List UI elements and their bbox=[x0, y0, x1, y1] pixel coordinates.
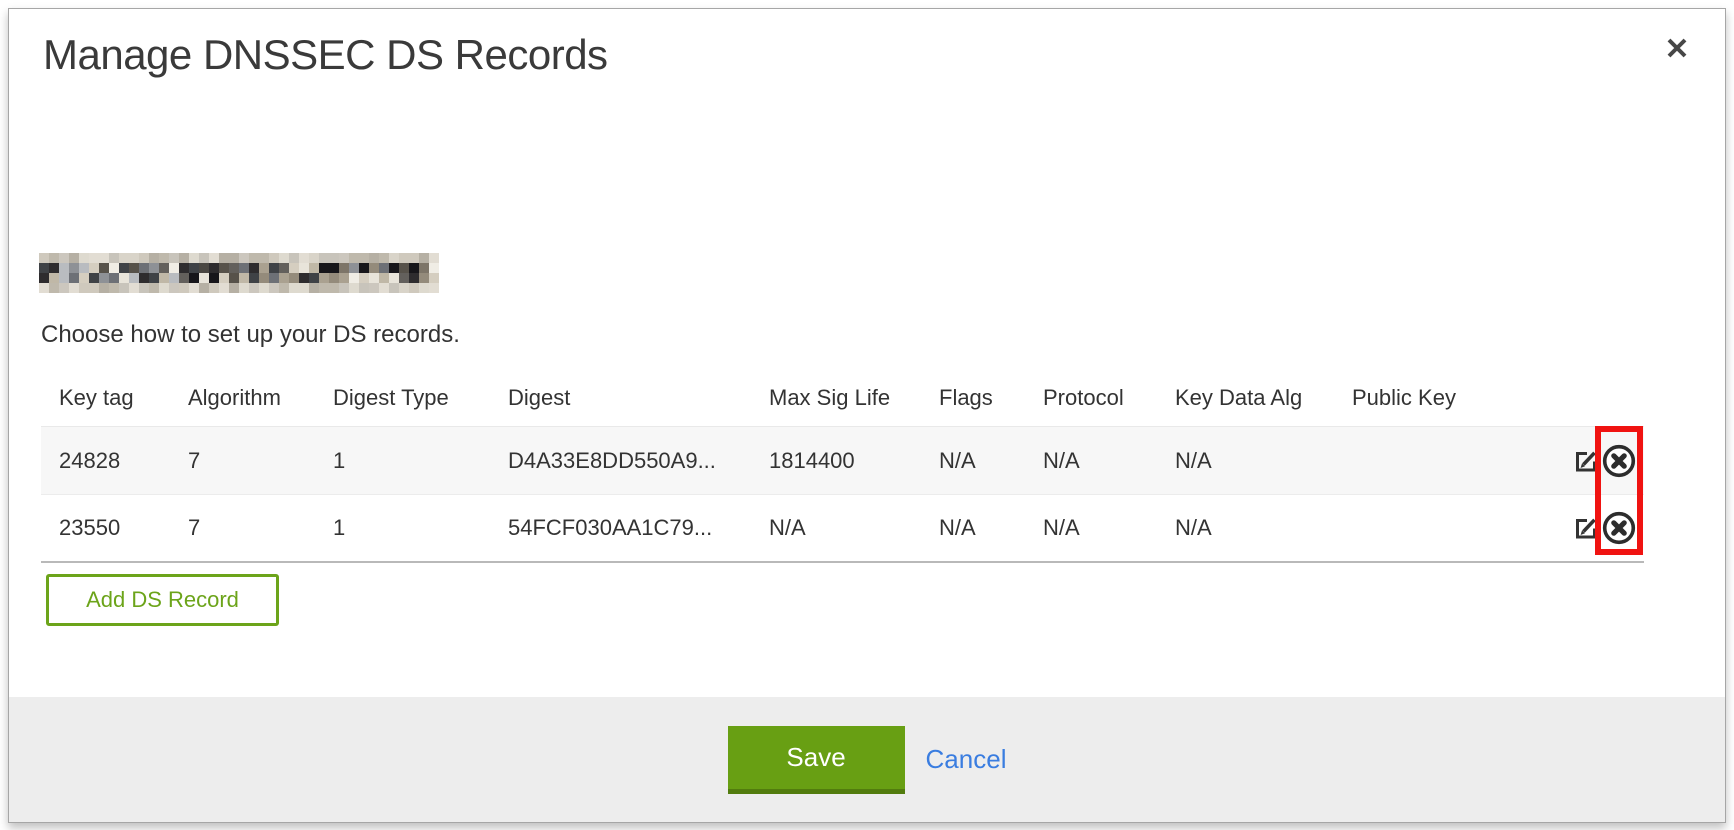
edit-record-button[interactable] bbox=[1574, 516, 1598, 540]
cell-algorithm: 7 bbox=[170, 515, 315, 541]
column-header-key-data-alg: Key Data Alg bbox=[1157, 385, 1334, 411]
column-header-algorithm: Algorithm bbox=[170, 385, 315, 411]
column-header-digest: Digest bbox=[490, 385, 751, 411]
cell-digest-type: 1 bbox=[315, 515, 490, 541]
cell-protocol: N/A bbox=[1025, 515, 1157, 541]
row-actions bbox=[1524, 495, 1644, 561]
cell-flags: N/A bbox=[921, 515, 1025, 541]
modal-footer: Save Cancel bbox=[9, 697, 1725, 822]
cell-algorithm: 7 bbox=[170, 448, 315, 474]
cancel-link[interactable]: Cancel bbox=[926, 744, 1007, 775]
edit-record-button[interactable] bbox=[1574, 449, 1598, 473]
page-title: Manage DNSSEC DS Records bbox=[43, 31, 608, 79]
ds-records-table: Key tag Algorithm Digest Type Digest Max… bbox=[41, 369, 1644, 563]
cell-key-data-alg: N/A bbox=[1157, 448, 1334, 474]
edit-pencil-icon bbox=[1574, 449, 1598, 473]
edit-pencil-icon bbox=[1574, 516, 1598, 540]
delete-record-button[interactable] bbox=[1602, 511, 1636, 545]
instruction-text: Choose how to set up your DS records. bbox=[41, 321, 460, 349]
dnssec-ds-records-modal: Manage DNSSEC DS Records Choose how to s… bbox=[8, 8, 1726, 823]
row-actions bbox=[1524, 427, 1644, 494]
table-row: 24828 7 1 D4A33E8DD550A9... 1814400 N/A … bbox=[41, 427, 1644, 494]
cell-digest: D4A33E8DD550A9... bbox=[490, 448, 751, 474]
close-button[interactable] bbox=[1663, 34, 1691, 62]
column-header-public-key: Public Key bbox=[1334, 385, 1524, 411]
cell-key-tag: 24828 bbox=[41, 448, 170, 474]
cell-digest: 54FCF030AA1C79... bbox=[490, 515, 751, 541]
close-icon bbox=[1663, 34, 1691, 62]
column-header-max-sig-life: Max Sig Life bbox=[751, 385, 921, 411]
cell-max-sig-life: N/A bbox=[751, 515, 921, 541]
cell-max-sig-life: 1814400 bbox=[751, 448, 921, 474]
censored-domain-name bbox=[39, 253, 439, 293]
save-button[interactable]: Save bbox=[728, 726, 905, 794]
cell-key-tag: 23550 bbox=[41, 515, 170, 541]
cell-key-data-alg: N/A bbox=[1157, 515, 1334, 541]
table-header-row: Key tag Algorithm Digest Type Digest Max… bbox=[41, 369, 1644, 427]
column-header-digest-type: Digest Type bbox=[315, 385, 490, 411]
cell-flags: N/A bbox=[921, 448, 1025, 474]
column-header-protocol: Protocol bbox=[1025, 385, 1157, 411]
column-header-actions bbox=[1524, 369, 1644, 426]
table-row: 23550 7 1 54FCF030AA1C79... N/A N/A N/A … bbox=[41, 494, 1644, 561]
column-header-flags: Flags bbox=[921, 385, 1025, 411]
cell-protocol: N/A bbox=[1025, 448, 1157, 474]
cell-digest-type: 1 bbox=[315, 448, 490, 474]
delete-record-button[interactable] bbox=[1602, 444, 1636, 478]
delete-x-circle-icon bbox=[1602, 511, 1636, 545]
add-ds-record-button[interactable]: Add DS Record bbox=[46, 574, 279, 626]
delete-x-circle-icon bbox=[1602, 444, 1636, 478]
column-header-key-tag: Key tag bbox=[41, 385, 170, 411]
